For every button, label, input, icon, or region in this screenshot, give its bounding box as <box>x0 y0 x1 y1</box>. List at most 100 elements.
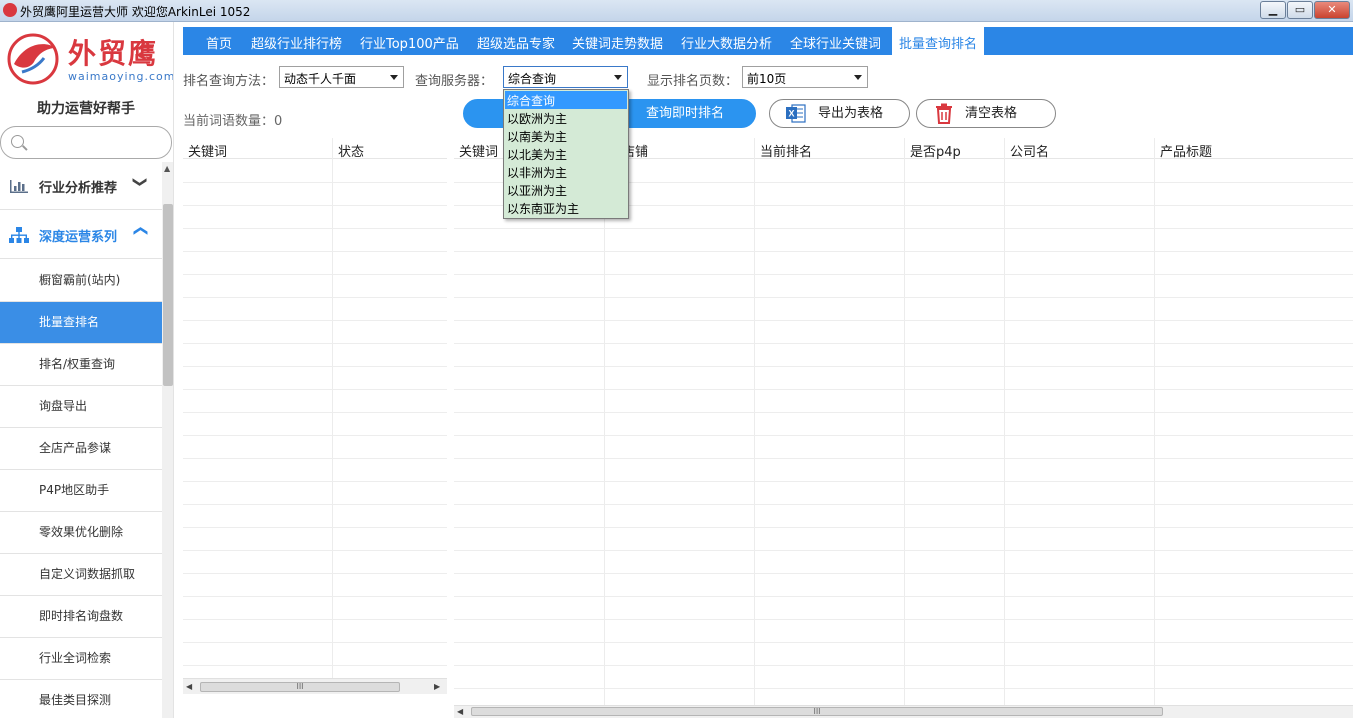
scroll-left-icon[interactable]: ◀ <box>186 682 192 691</box>
keyword-table: 关键词 状态 <box>183 138 447 678</box>
maximize-button[interactable]: ▭ <box>1287 1 1313 19</box>
row-divider <box>454 412 1353 413</box>
row-divider <box>454 389 1353 390</box>
dropdown-option[interactable]: 以亚洲为主 <box>505 181 627 199</box>
sidebar-item-inquiry-export[interactable]: 询盘导出 <box>0 386 162 428</box>
column-header-current-rank[interactable]: 当前排名 <box>760 141 812 160</box>
scrollbar-thumb[interactable] <box>163 204 173 386</box>
tagline: 助力运营好帮手 <box>37 101 135 117</box>
tab-keyword-trend[interactable]: 关键词走势数据 <box>572 33 663 52</box>
group-industry-analysis[interactable]: 行业分析推荐 ❯ <box>0 162 162 210</box>
scroll-left-icon[interactable]: ◀ <box>457 707 463 716</box>
results-table: 关键词 询店铺 当前排名 是否p4p 公司名 产品标题 <box>454 138 1353 706</box>
tab-bar: 首页 超级行业排行榜 行业Top100产品 超级选品专家 关键词走势数据 行业大… <box>183 27 1353 55</box>
method-value: 动态千人千面 <box>284 72 357 86</box>
sidebar-item-showcase[interactable]: 橱窗霸前(站内) <box>0 260 162 302</box>
pages-select[interactable]: 前10页 <box>742 66 868 88</box>
sidebar-scrollbar[interactable]: ▲ <box>162 162 173 718</box>
server-value: 综合查询 <box>508 72 557 86</box>
column-header-keyword[interactable]: 关键词 <box>459 141 498 160</box>
org-chart-icon <box>9 227 29 243</box>
sidebar-item-batch-rank[interactable]: 批量查排名 <box>0 302 162 344</box>
sidebar-item-store-products[interactable]: 全店产品参谋 <box>0 428 162 470</box>
export-excel-button[interactable]: X 导出为表格 <box>769 99 910 128</box>
clear-table-button[interactable]: 清空表格 <box>916 99 1056 128</box>
row-divider <box>454 504 1353 505</box>
row-divider <box>183 228 447 229</box>
sidebar-item-instant-rank[interactable]: 即时排名询盘数 <box>0 596 162 638</box>
search-input[interactable] <box>29 133 165 153</box>
dropdown-option[interactable]: 以欧洲为主 <box>505 109 627 127</box>
dropdown-arrow-icon <box>854 75 862 80</box>
results-table-hscroll[interactable]: ◀ III <box>454 705 1353 718</box>
row-divider <box>183 182 447 183</box>
logo: 外贸鹰 waimaoying.com <box>4 30 174 88</box>
row-divider <box>183 297 447 298</box>
row-divider <box>183 665 447 666</box>
close-button[interactable]: ✕ <box>1314 1 1350 19</box>
row-divider <box>183 458 447 459</box>
table-header: 关键词 状态 <box>183 138 447 160</box>
method-select[interactable]: 动态千人千面 <box>279 66 404 88</box>
column-header-is-p4p[interactable]: 是否p4p <box>910 141 961 160</box>
row-divider <box>454 596 1353 597</box>
query-button-label: 查询即时排名 <box>645 106 724 121</box>
chevron-up-icon: ❯ <box>131 225 148 237</box>
keyword-table-hscroll[interactable]: ◀ III ▶ <box>183 678 447 694</box>
logo-domain: waimaoying.com <box>68 70 174 83</box>
word-count: 当前词语数量：0 <box>183 114 283 129</box>
column-header-company[interactable]: 公司名 <box>1010 141 1049 160</box>
group-label: 深度运营系列 <box>39 230 118 245</box>
minimize-button[interactable]: ▁ <box>1260 1 1286 19</box>
dropdown-option[interactable]: 以东南亚为主 <box>505 199 627 217</box>
scrollbar-thumb[interactable]: III <box>200 682 400 692</box>
dropdown-option[interactable]: 综合查询 <box>505 91 627 109</box>
tab-top100[interactable]: 行业Top100产品 <box>360 33 459 52</box>
row-divider <box>183 573 447 574</box>
sidebar-item-zero-effect[interactable]: 零效果优化删除 <box>0 512 162 554</box>
scroll-right-icon[interactable]: ▶ <box>434 682 440 691</box>
row-divider <box>454 274 1353 275</box>
sidebar-search[interactable] <box>0 126 172 159</box>
export-button-label: 导出为表格 <box>818 106 884 121</box>
column-header-keyword[interactable]: 关键词 <box>188 141 227 160</box>
server-dropdown-list: 综合查询 以欧洲为主 以南美为主 以北美为主 以非洲为主 以亚洲为主 以东南亚为… <box>503 89 629 219</box>
sidebar-item-best-category[interactable]: 最佳类目探测 <box>0 680 162 718</box>
tab-global-keywords[interactable]: 全球行业关键词 <box>790 33 881 52</box>
row-divider <box>454 550 1353 551</box>
row-divider <box>183 481 447 482</box>
row-divider <box>454 251 1353 252</box>
group-label: 行业分析推荐 <box>39 181 118 196</box>
scroll-up-icon[interactable]: ▲ <box>164 164 170 173</box>
tab-home[interactable]: 首页 <box>206 33 232 52</box>
tab-industry-ranking[interactable]: 超级行业排行榜 <box>251 33 342 52</box>
row-divider <box>454 688 1353 689</box>
server-select[interactable]: 综合查询 <box>503 66 628 88</box>
server-label: 查询服务器： <box>415 74 494 89</box>
sidebar-item-industry-search[interactable]: 行业全词检索 <box>0 638 162 680</box>
scrollbar-thumb[interactable]: III <box>471 707 1163 716</box>
svg-text:X: X <box>788 109 794 119</box>
tab-big-data[interactable]: 行业大数据分析 <box>681 33 772 52</box>
dropdown-option[interactable]: 以南美为主 <box>505 127 627 145</box>
sidebar-item-custom-scrape[interactable]: 自定义词数据抓取 <box>0 554 162 596</box>
tab-product-expert[interactable]: 超级选品专家 <box>477 33 555 52</box>
row-divider <box>454 642 1353 643</box>
sidebar-item-rank-weight[interactable]: 排名/权重查询 <box>0 344 162 386</box>
tab-batch-rank[interactable]: 批量查询排名 <box>892 27 985 55</box>
row-divider <box>454 527 1353 528</box>
column-header-product-title[interactable]: 产品标题 <box>1160 141 1212 160</box>
dropdown-option[interactable]: 以北美为主 <box>505 145 627 163</box>
dropdown-option[interactable]: 以非洲为主 <box>505 163 627 181</box>
app-icon <box>3 3 17 17</box>
column-header-status[interactable]: 状态 <box>338 141 364 160</box>
column-divider <box>754 138 755 706</box>
sidebar: 外贸鹰 waimaoying.com 助力运营好帮手 行业分析推荐 ❯ 深度运营… <box>0 22 174 718</box>
row-divider <box>183 251 447 252</box>
query-rank-button[interactable]: 查询即时排名 <box>614 99 756 128</box>
row-divider <box>454 458 1353 459</box>
group-deep-operation[interactable]: 深度运营系列 ❯ <box>0 211 162 259</box>
dropdown-arrow-icon <box>390 75 398 80</box>
sidebar-item-p4p-region[interactable]: P4P地区助手 <box>0 470 162 512</box>
row-divider <box>183 642 447 643</box>
